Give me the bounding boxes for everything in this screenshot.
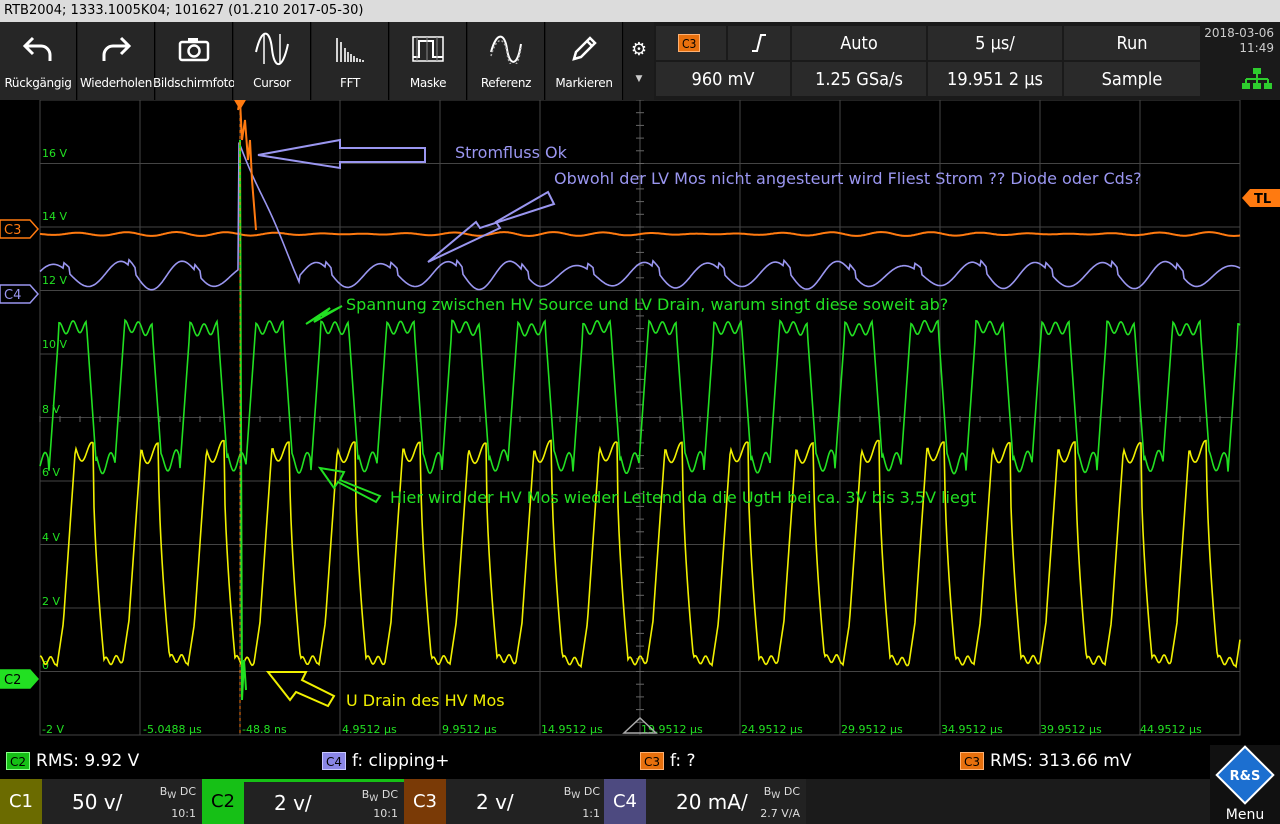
annotation-arrows (257, 138, 556, 708)
y-tick-label: 16 V (42, 147, 67, 160)
camera-icon (178, 38, 210, 62)
trigger-position-marker[interactable] (234, 100, 246, 110)
c4-marker[interactable]: C4 (0, 284, 40, 304)
markieren-button[interactable]: Markieren (546, 22, 623, 100)
pencil-icon (572, 36, 597, 61)
channel-c1[interactable]: C1 50 v/ BW DC 10:1 (0, 779, 202, 824)
mask-button[interactable]: Maske (390, 22, 467, 100)
window-title: RTB2004; 1333.1005K04; 101627 (01.210 20… (0, 0, 1280, 22)
undo-icon (22, 36, 52, 61)
c3-marker[interactable]: C3 (0, 219, 40, 239)
redo-icon (102, 36, 132, 61)
y-tick-label: 10 V (42, 338, 67, 351)
channel-c3[interactable]: C3 2 v/ BW DC 1:1 (404, 779, 606, 824)
rising-edge-icon (752, 34, 766, 52)
svg-text:C2: C2 (4, 673, 21, 688)
x-tick-label: 24.9512 µs (741, 723, 803, 736)
rs-logo-icon: R&S (1215, 745, 1275, 805)
c2-marker[interactable]: C2 (0, 669, 40, 689)
fft-icon (336, 38, 364, 62)
cursor-button[interactable]: Cursor (234, 22, 311, 100)
sample-rate: 1.25 GSa/s (792, 62, 926, 96)
settings-button[interactable]: ⚙ ▼ (624, 22, 654, 100)
run-stop-button[interactable]: Run (1064, 26, 1200, 60)
arrow-udrain (265, 671, 336, 708)
x-tick-label: 34.9512 µs (941, 723, 1003, 736)
fft-button[interactable]: FFT (312, 22, 389, 100)
x-tick-label: 9.9512 µs (442, 723, 497, 736)
y-tick-label: 2 V (42, 595, 60, 608)
annotation-udrain: U Drain des HV Mos (346, 691, 505, 710)
svg-text:C4: C4 (4, 288, 21, 303)
channel-c2[interactable]: C2 2 v/ BW DC 10:1 (202, 779, 404, 824)
waveform-display[interactable]: 16 V14 V12 V10 V8 V6 V4 V2 V0-2 V -5.048… (0, 100, 1280, 745)
trigger-level-marker[interactable]: TL (1242, 189, 1280, 207)
mask-icon (412, 36, 444, 62)
cursor-icon (255, 32, 289, 66)
annotation-hier: Hier wird der HV Mos wieder Leitend da d… (390, 488, 976, 507)
undo-button[interactable]: Rückgängig (0, 22, 77, 100)
x-tick-label: -48.8 ns (242, 723, 287, 736)
network-icon (1242, 68, 1272, 89)
dropdown-arrow-icon: ▼ (635, 73, 643, 84)
y-tick-label: 14 V (42, 210, 67, 223)
reference-icon (490, 35, 522, 64)
measurement-2[interactable]: C4 f: clipping+ (322, 751, 449, 771)
arrow-hier (317, 466, 382, 504)
y-tick-label: 6 V (42, 466, 60, 479)
annotation-obwohl: Obwohl der LV Mos nicht angesteurt wird … (554, 169, 1142, 188)
svg-text:TL: TL (1254, 192, 1271, 207)
trigger-mode[interactable]: Auto (792, 26, 926, 60)
x-tick-label: 19.9512 µs (641, 723, 703, 736)
x-tick-label: -5.0488 µs (143, 723, 202, 736)
channel-bar: C1 50 v/ BW DC 10:1 C2 2 v/ BW DC 10:1 C… (0, 779, 1210, 824)
x-tick-label: 4.9512 µs (342, 723, 397, 736)
measurement-4[interactable]: C3 RMS: 313.66 mV (960, 751, 1132, 771)
gear-icon: ⚙ (630, 38, 648, 60)
annotation-stromfluss: Stromfluss Ok (455, 143, 568, 162)
x-axis-labels: -5.0488 µs -48.8 ns 4.9512 µs 9.9512 µs 14.9… (143, 723, 1202, 736)
y-tick-label: 4 V (42, 531, 60, 544)
measurement-3[interactable]: C3 f: ? (640, 751, 696, 771)
channel-c4[interactable]: C4 20 mA/ BW DC 2.7 V/A (604, 779, 806, 824)
horizontal-position[interactable]: 19.951 2 µs (928, 62, 1062, 96)
x-tick-label: 44.9512 µs (1140, 723, 1202, 736)
acquisition-mode[interactable]: Sample (1064, 62, 1200, 96)
arrow-spannung (305, 305, 343, 325)
menu-button[interactable]: R&S Menu (1210, 745, 1280, 824)
redo-button[interactable]: Wiederholen (78, 22, 155, 100)
measurement-1[interactable]: C2 RMS: 9.92 V (6, 751, 139, 771)
svg-text:C3: C3 (4, 223, 21, 238)
screenshot-button[interactable]: Bildschirmfoto (153, 22, 235, 100)
x-tick-label: 39.9512 µs (1040, 723, 1102, 736)
y-tick-label: 12 V (42, 274, 67, 287)
y-tick-label: 8 V (42, 403, 60, 416)
x-tick-label: 14.9512 µs (541, 723, 603, 736)
reference-button[interactable]: Referenz (468, 22, 545, 100)
measurement-bar: C2 RMS: 9.92 V C4 f: clipping+ C3 f: ? C… (0, 745, 1210, 779)
svg-text:R&S: R&S (1230, 769, 1261, 784)
x-tick-label: 29.9512 µs (841, 723, 903, 736)
toolbar: Rückgängig Wiederholen Bildschirmfoto Cu… (0, 22, 1280, 100)
trigger-slope[interactable] (728, 26, 790, 60)
timebase-scale[interactable]: 5 µs/ (928, 26, 1062, 60)
annotation-spannung: Spannung zwischen HV Source und LV Drain… (346, 295, 948, 314)
graticule (39, 100, 1241, 736)
trigger-source[interactable]: C3 (656, 26, 726, 60)
trigger-level[interactable]: 960 mV (656, 62, 790, 96)
y-tick-label: -2 V (42, 723, 64, 736)
c2-spike (239, 139, 247, 701)
